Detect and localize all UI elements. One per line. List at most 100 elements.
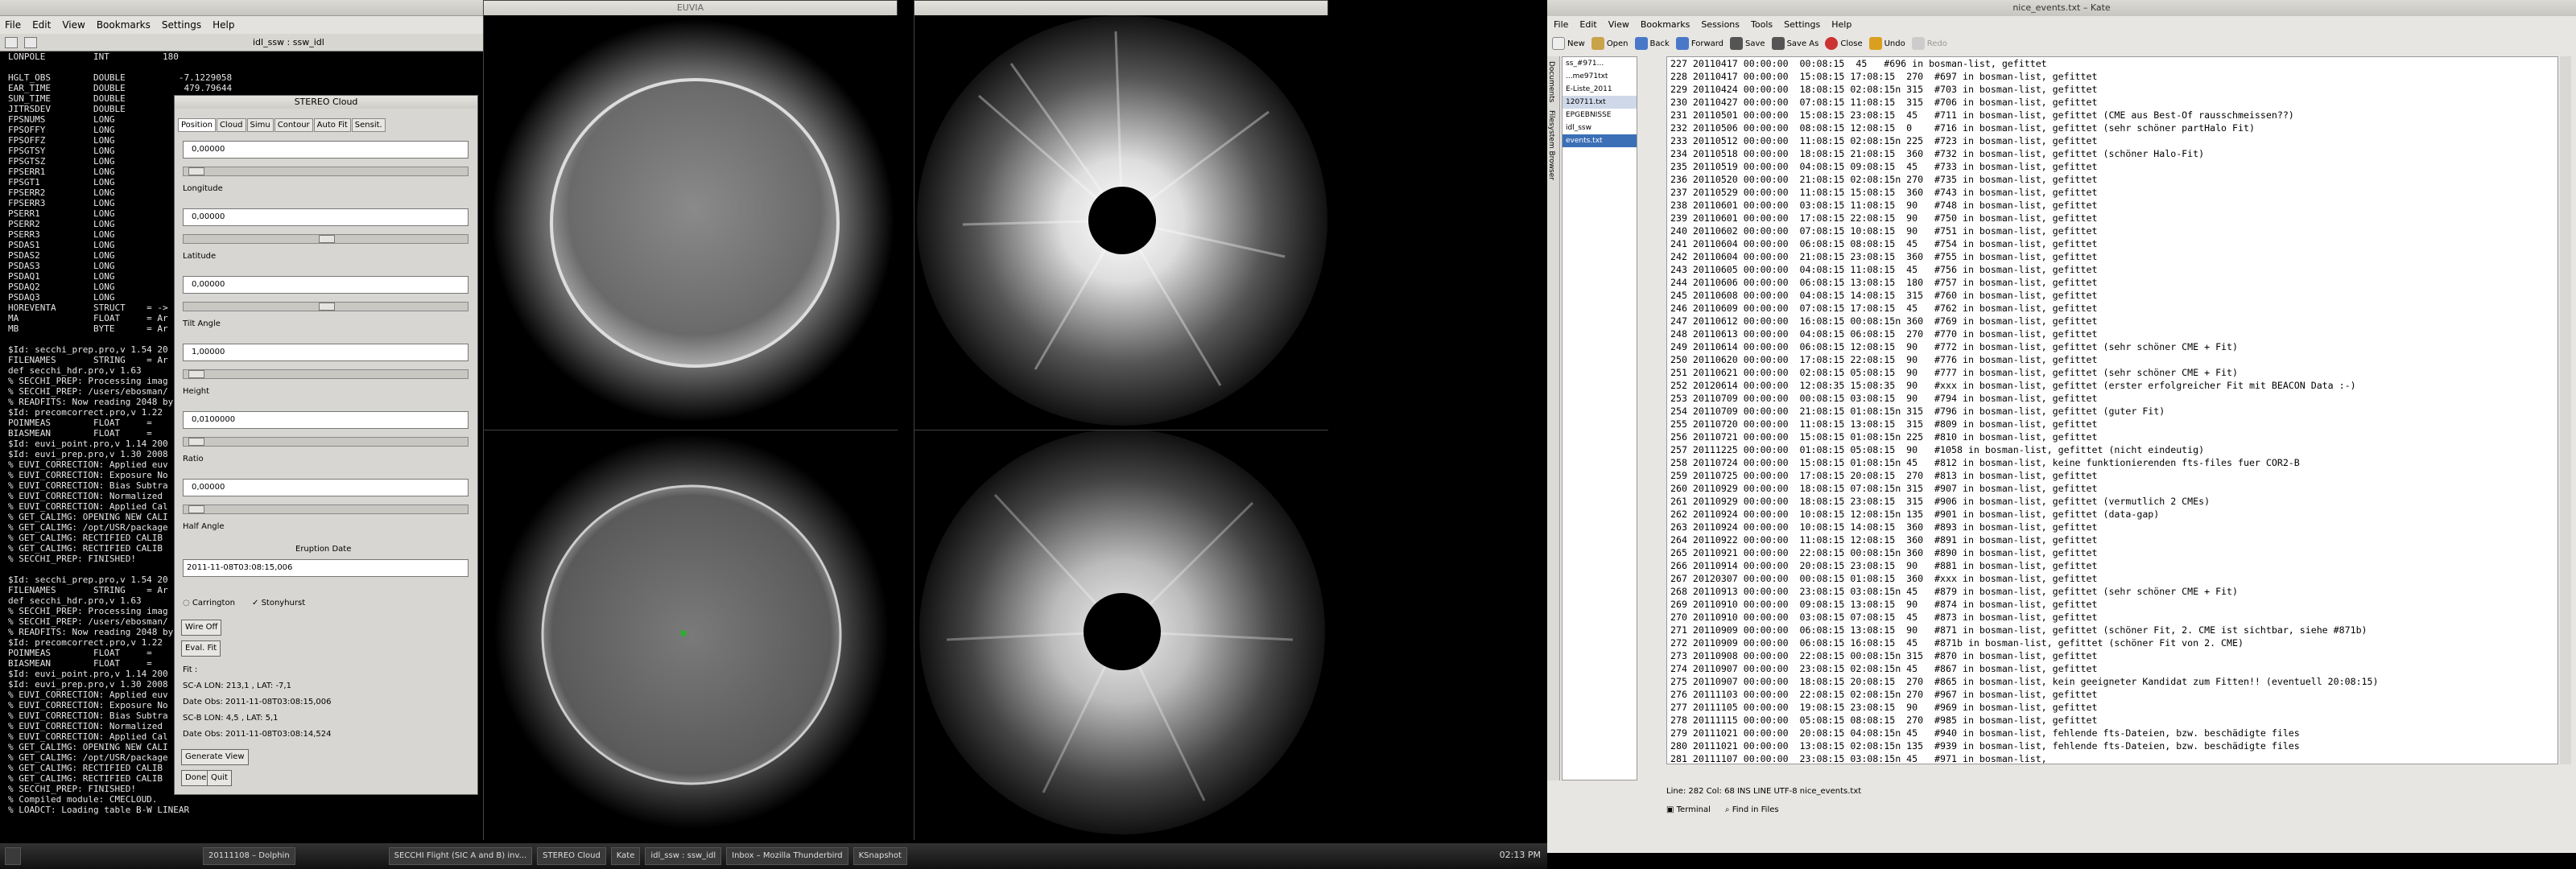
tab-position[interactable]: Position	[178, 118, 216, 132]
editor-line[interactable]: 261 20110929 00:00:00 18:08:15 23:08:15 …	[1670, 495, 2548, 508]
editor-line[interactable]: 256 20110721 00:00:00 15:08:15 01:08:15n…	[1670, 430, 2548, 443]
editor-line[interactable]: 243 20110605 00:00:00 04:08:15 11:08:15 …	[1670, 263, 2548, 276]
editor-line[interactable]: 230 20110427 00:00:00 07:08:15 11:08:15 …	[1670, 96, 2548, 109]
terminal-icon[interactable]	[24, 36, 37, 48]
editor-line[interactable]: 235 20110519 00:00:00 04:08:15 09:08:15 …	[1670, 160, 2548, 173]
open-button[interactable]: Open	[1591, 37, 1629, 50]
editor-line[interactable]: 227 20110417 00:00:00 00:08:15 45 #696 i…	[1670, 57, 2548, 70]
editor-line[interactable]: 247 20110612 00:00:00 16:08:15 00:08:15n…	[1670, 315, 2548, 327]
editor-line[interactable]: 262 20110924 00:00:00 10:08:15 12:08:15n…	[1670, 508, 2548, 521]
slider-knob[interactable]	[188, 505, 204, 513]
menu-settings[interactable]: Settings	[1784, 19, 1820, 30]
radio-stonyhurst[interactable]: ✓ Stonyhurst	[252, 599, 305, 607]
editor-line[interactable]: 231 20110501 00:00:00 15:08:15 23:08:15 …	[1670, 109, 2548, 121]
forward-button[interactable]: Forward	[1675, 37, 1724, 50]
editor-scrollbar[interactable]	[2560, 56, 2571, 764]
undo-button[interactable]: Undo	[1868, 37, 1905, 50]
cor-b-image[interactable]	[914, 429, 1329, 841]
editor-line[interactable]: 254 20110709 00:00:00 21:08:15 01:08:15n…	[1670, 405, 2548, 418]
editor-line[interactable]: 259 20110725 00:00:00 17:08:15 20:08:15 …	[1670, 469, 2548, 482]
editor-line[interactable]: 251 20110621 00:00:00 02:08:15 05:08:15 …	[1670, 366, 2548, 379]
editor-line[interactable]: 245 20110608 00:00:00 04:08:15 14:08:15 …	[1670, 289, 2548, 302]
generate-view-button[interactable]: Generate View	[181, 749, 249, 765]
editor-line[interactable]: 278 20111115 00:00:00 05:08:15 08:08:15 …	[1670, 714, 2548, 727]
menu-sessions[interactable]: Sessions	[1701, 19, 1740, 30]
editor-line[interactable]: 241 20110604 00:00:00 06:08:15 08:08:15 …	[1670, 237, 2548, 250]
editor-line[interactable]: 258 20110724 00:00:00 15:08:15 01:08:15n…	[1670, 456, 2548, 469]
editor-line[interactable]: 242 20110604 00:00:00 21:08:15 23:08:15 …	[1670, 250, 2548, 263]
editor-line[interactable]: 234 20110518 00:00:00 18:08:15 21:08:15 …	[1670, 147, 2548, 160]
sidebar-tab-filesystem[interactable]: Filesystem Browser	[1547, 110, 1555, 180]
terminal-titlebar[interactable]	[0, 0, 483, 16]
longitude-field[interactable]: 0,00000	[183, 208, 469, 226]
tree-item[interactable]: idl_ssw	[1563, 121, 1637, 134]
menu-settings[interactable]: Settings	[162, 19, 201, 31]
editor-line[interactable]: 272 20110909 00:00:00 06:08:15 16:08:15 …	[1670, 636, 2548, 649]
editor-line[interactable]: 232 20110506 00:00:00 08:08:15 12:08:15 …	[1670, 121, 2548, 134]
task-thunderbird[interactable]: Inbox – Mozilla Thunderbird	[726, 847, 848, 865]
editor-line[interactable]: 239 20110601 00:00:00 17:08:15 22:08:15 …	[1670, 212, 2548, 224]
editor-line[interactable]: 274 20110907 00:00:00 23:08:15 02:08:15n…	[1670, 662, 2548, 675]
editor-line[interactable]: 270 20110910 00:00:00 03:08:15 07:08:15 …	[1670, 611, 2548, 624]
task-kate[interactable]: Kate	[610, 847, 641, 865]
editor-line[interactable]: 248 20110613 00:00:00 04:08:15 06:08:15 …	[1670, 327, 2548, 340]
menu-tools[interactable]: Tools	[1751, 19, 1773, 30]
cor-a-titlebar[interactable]	[914, 1, 1327, 15]
tab-cloud[interactable]: Cloud	[216, 118, 246, 132]
terminal-tab[interactable]: ▣ Terminal	[1666, 805, 1711, 814]
task-dolphin[interactable]: 20111108 – Dolphin	[203, 847, 295, 865]
position-slider[interactable]	[183, 167, 469, 176]
editor-line[interactable]: 252 20120614 00:00:00 12:08:35 15:08:35 …	[1670, 379, 2548, 392]
eval-fit-button[interactable]: Eval. Fit	[181, 640, 221, 657]
editor-line[interactable]: 253 20110709 00:00:00 00:08:15 03:08:15 …	[1670, 392, 2548, 405]
editor-line[interactable]: 266 20110914 00:00:00 20:08:15 23:08:15 …	[1670, 559, 2548, 572]
slider-knob[interactable]	[188, 167, 204, 175]
clock[interactable]: 02:13 PM	[1500, 850, 1541, 860]
ratio-slider[interactable]	[183, 505, 469, 514]
editor-line[interactable]: 268 20110913 00:00:00 23:08:15 03:08:15n…	[1670, 585, 2548, 598]
editor-line[interactable]: 276 20111103 00:00:00 22:08:15 02:08:15n…	[1670, 688, 2548, 701]
close-button[interactable]: Close	[1825, 37, 1863, 50]
editor-line[interactable]: 257 20111225 00:00:00 01:08:15 05:08:15 …	[1670, 443, 2548, 456]
editor-line[interactable]: 271 20110909 00:00:00 06:08:15 13:08:15 …	[1670, 624, 2548, 636]
sidebar-tab-documents[interactable]: Documents	[1547, 61, 1555, 102]
task-stereo-cloud[interactable]: STEREO Cloud	[537, 847, 606, 865]
editor-line[interactable]: 267 20120307 00:00:00 00:08:15 01:08:15 …	[1670, 572, 2548, 585]
editor-text[interactable]: 227 20110417 00:00:00 00:08:15 45 #696 i…	[1670, 57, 2548, 765]
menu-file[interactable]: File	[1554, 19, 1568, 30]
task-terminal[interactable]: idl_ssw : ssw_idl	[645, 847, 722, 865]
editor-area[interactable]: 227 20110417 00:00:00 00:08:15 45 #696 i…	[1666, 56, 2558, 764]
menu-edit[interactable]: Edit	[1579, 19, 1596, 30]
radio-carrington[interactable]: ◌ Carrington	[183, 599, 235, 607]
editor-line[interactable]: 275 20110907 00:00:00 18:08:15 20:08:15 …	[1670, 675, 2548, 688]
editor-line[interactable]: 255 20110720 00:00:00 11:08:15 13:08:15 …	[1670, 418, 2548, 430]
slider-knob[interactable]	[188, 370, 204, 378]
tree-item[interactable]: ss_#971...	[1563, 57, 1637, 70]
kate-titlebar[interactable]: nice_events.txt – Kate	[1547, 0, 2576, 16]
editor-line[interactable]: 229 20110424 00:00:00 18:08:15 02:08:15n…	[1670, 83, 2548, 96]
euvi-b-image[interactable]	[484, 430, 898, 841]
slider-knob[interactable]	[319, 303, 335, 311]
euvi-a-image[interactable]	[484, 15, 898, 430]
editor-line[interactable]: 281 20111107 00:00:00 23:08:15 03:08:15n…	[1670, 752, 2548, 765]
tree-item[interactable]: 120711.txt	[1563, 96, 1637, 109]
tab-auto-fit[interactable]: Auto Fit	[313, 118, 351, 132]
task-ksnapshot[interactable]: KSnapshot	[852, 847, 907, 865]
editor-line[interactable]: 237 20110529 00:00:00 11:08:15 15:08:15 …	[1670, 186, 2548, 199]
kde-menu-icon[interactable]	[5, 847, 21, 865]
editor-line[interactable]: 277 20111105 00:00:00 19:08:15 23:08:15 …	[1670, 701, 2548, 714]
new-button[interactable]: New	[1552, 37, 1585, 50]
tree-item-active[interactable]: events.txt	[1563, 134, 1637, 147]
menu-view[interactable]: View	[1608, 19, 1629, 30]
task-secchi[interactable]: SECCHI Flight (SIC A and B) inv...	[388, 847, 533, 865]
cloud-titlebar[interactable]: STEREO Cloud	[175, 96, 477, 109]
euvi-a-titlebar[interactable]: EUVIA	[484, 1, 897, 15]
slider-knob[interactable]	[188, 438, 204, 446]
done-button[interactable]: Done	[181, 770, 211, 786]
height-field[interactable]: 0,0100000	[183, 411, 469, 429]
menu-help[interactable]: Help	[213, 19, 234, 31]
tab-simu[interactable]: Simu	[246, 118, 274, 132]
tree-item[interactable]: EPGEBNISSE	[1563, 109, 1637, 121]
editor-line[interactable]: 228 20110417 00:00:00 15:08:15 17:08:15 …	[1670, 70, 2548, 83]
wire-off-button[interactable]: Wire Off	[181, 620, 222, 636]
